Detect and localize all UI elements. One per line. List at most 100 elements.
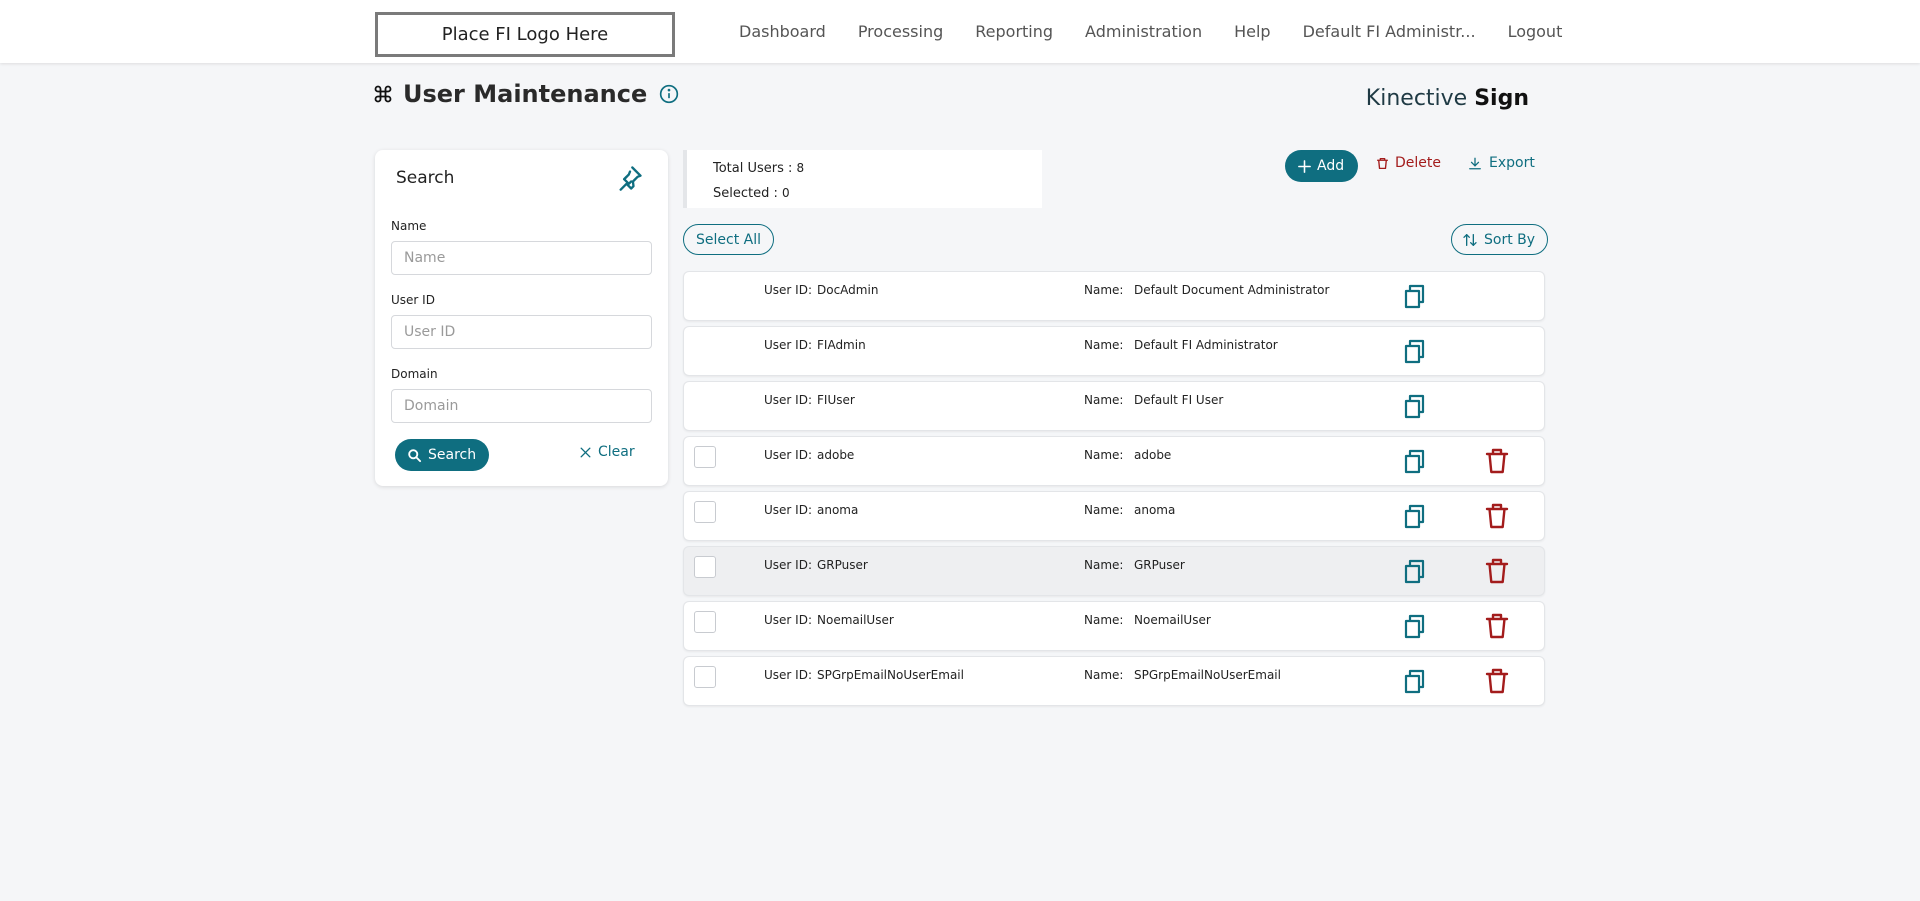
total-users: Total Users : 8 <box>713 156 1042 181</box>
search-panel: Search Name User ID Domain Search Clear <box>375 150 668 486</box>
domain-input[interactable] <box>391 389 652 423</box>
total-users-value: 8 <box>796 161 805 175</box>
user-id-value: SPGrpEmailNoUserEmail <box>817 668 964 682</box>
page-title-text: User Maintenance <box>403 80 648 108</box>
row-checkbox[interactable] <box>694 666 716 688</box>
copy-icon[interactable] <box>1403 668 1427 694</box>
user-row[interactable]: User ID: FIAdmin Name: Default FI Administr… <box>683 326 1545 376</box>
trash-icon <box>1376 157 1389 169</box>
top-bar: Place FI Logo Here Dashboard Processing … <box>0 0 1920 63</box>
clear-button-label: Clear <box>598 444 635 460</box>
search-button[interactable]: Search <box>395 439 490 471</box>
name-value: Default FI User <box>1134 393 1224 407</box>
delete-button[interactable]: Delete <box>1376 155 1441 171</box>
search-panel-title: Search <box>396 168 455 188</box>
export-button-label: Export <box>1489 155 1535 171</box>
pin-icon[interactable] <box>616 164 644 192</box>
row-checkbox[interactable] <box>694 446 716 468</box>
delete-user-icon[interactable] <box>1485 558 1509 584</box>
delete-user-icon[interactable] <box>1485 668 1509 694</box>
user-id-label: User ID: <box>764 558 812 572</box>
select-all-button[interactable]: Select All <box>683 224 774 255</box>
total-users-label: Total Users : <box>713 161 797 176</box>
name-label: Name: <box>1084 448 1124 462</box>
user-id-label: User ID: <box>764 283 812 297</box>
copy-icon[interactable] <box>1403 503 1427 529</box>
sort-by-button[interactable]: Sort By <box>1451 224 1549 255</box>
domain-label: Domain <box>391 367 438 381</box>
user-id-value: DocAdmin <box>817 283 879 297</box>
name-value: NoemailUser <box>1134 613 1211 627</box>
add-user-button[interactable]: Add <box>1285 150 1359 182</box>
delete-button-label: Delete <box>1395 155 1441 171</box>
name-label: Name: <box>1084 283 1124 297</box>
search-button-label: Search <box>428 447 477 463</box>
user-id-label: User ID: <box>764 613 812 627</box>
user-id-label: User ID: <box>764 338 812 352</box>
name-value: anoma <box>1134 503 1176 517</box>
copy-icon[interactable] <box>1403 283 1427 309</box>
command-icon <box>374 85 392 103</box>
user-row[interactable]: User ID: FIUser Name: Default FI User <box>683 381 1545 431</box>
clear-button[interactable]: Clear <box>579 444 635 460</box>
name-label: Name: <box>1084 558 1124 572</box>
name-value: GRPuser <box>1134 558 1185 572</box>
delete-user-icon[interactable] <box>1485 613 1509 639</box>
copy-icon[interactable] <box>1403 558 1427 584</box>
plus-icon <box>1298 159 1311 173</box>
name-value: adobe <box>1134 448 1172 462</box>
user-row[interactable]: User ID: DocAdmin Name: Default Document Ad… <box>683 271 1545 321</box>
user-row[interactable]: User ID: NoemailUser Name: NoemailUser <box>683 601 1545 651</box>
name-input[interactable] <box>391 241 652 275</box>
userid-input[interactable] <box>391 315 652 349</box>
nav-reporting[interactable]: Reporting <box>975 22 1053 41</box>
nav-administration[interactable]: Administration <box>1085 22 1202 41</box>
brand-name: Kinective <box>1365 86 1475 111</box>
name-label: Name <box>391 219 427 233</box>
copy-icon[interactable] <box>1403 393 1427 419</box>
name-label: Name: <box>1084 668 1124 682</box>
export-button[interactable]: Export <box>1468 155 1535 171</box>
brand-logo: Kinective Sign <box>1366 86 1529 111</box>
close-icon <box>580 446 591 458</box>
user-id-value: GRPuser <box>817 558 868 572</box>
brand-name-bold: Sign <box>1474 86 1529 111</box>
userid-label: User ID <box>391 293 435 307</box>
name-value: Default FI Administrator <box>1134 338 1278 352</box>
user-id-label: User ID: <box>764 448 812 462</box>
row-checkbox[interactable] <box>694 556 716 578</box>
nav-user-menu[interactable]: Default FI Administr... <box>1303 22 1476 41</box>
name-value: Default Document Administrator <box>1134 283 1330 297</box>
selected-value: 0 <box>782 186 790 200</box>
fi-logo-placeholder[interactable]: Place FI Logo Here <box>375 12 675 57</box>
name-label: Name: <box>1084 503 1124 517</box>
nav-logout[interactable]: Logout <box>1508 22 1563 41</box>
copy-icon[interactable] <box>1403 338 1427 364</box>
delete-user-icon[interactable] <box>1485 448 1509 474</box>
user-id-value: anoma <box>817 503 859 517</box>
row-checkbox[interactable] <box>694 611 716 633</box>
download-icon <box>1469 157 1481 169</box>
nav-help[interactable]: Help <box>1234 22 1270 41</box>
copy-icon[interactable] <box>1403 448 1427 474</box>
sort-by-label: Sort By <box>1484 231 1536 248</box>
copy-icon[interactable] <box>1403 613 1427 639</box>
delete-user-icon[interactable] <box>1485 503 1509 529</box>
name-value: SPGrpEmailNoUserEmail <box>1134 668 1281 682</box>
user-row[interactable]: User ID: adobe Name: adobe <box>683 436 1545 486</box>
user-id-value: NoemailUser <box>817 613 894 627</box>
user-id-label: User ID: <box>764 393 812 407</box>
selected-count: Selected : 0 <box>713 181 1042 206</box>
user-stats: Total Users : 8 Selected : 0 <box>683 150 1042 208</box>
user-row[interactable]: User ID: GRPuser Name: GRPuser <box>683 546 1545 596</box>
search-icon <box>408 448 422 462</box>
nav-dashboard[interactable]: Dashboard <box>739 22 826 41</box>
name-label: Name: <box>1084 613 1124 627</box>
info-icon[interactable] <box>659 84 679 104</box>
user-row[interactable]: User ID: anoma Name: anoma <box>683 491 1545 541</box>
user-row[interactable]: User ID: SPGrpEmailNoUserEmail Name: SPGrpE… <box>683 656 1545 706</box>
add-button-label: Add <box>1317 158 1345 174</box>
row-checkbox[interactable] <box>694 501 716 523</box>
nav-processing[interactable]: Processing <box>858 22 943 41</box>
user-id-value: FIUser <box>817 393 855 407</box>
